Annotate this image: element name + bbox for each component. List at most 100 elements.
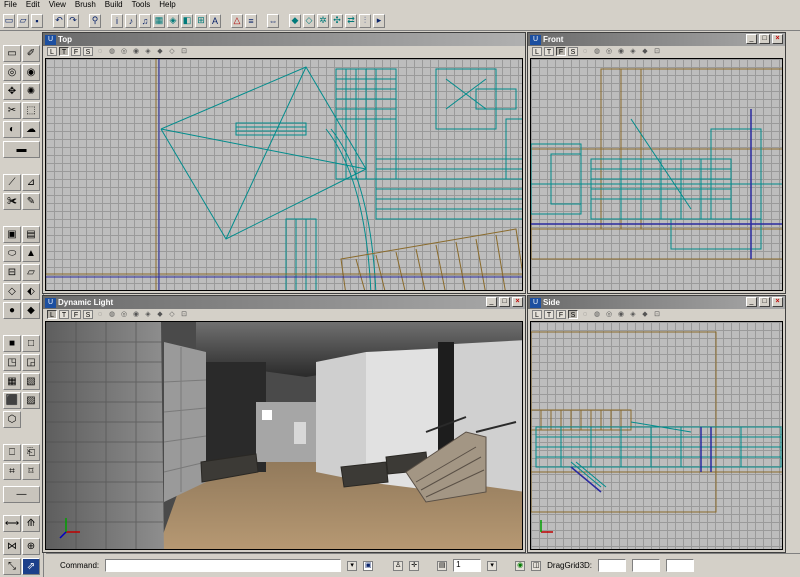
lock-icon[interactable]: ♙ xyxy=(393,560,404,571)
play-level-icon[interactable]: ▸ xyxy=(373,13,385,28)
undo-icon[interactable]: ↶ xyxy=(53,13,65,28)
add-volume-icon[interactable]: ⬛ xyxy=(3,392,21,409)
close-button[interactable]: × xyxy=(512,297,523,307)
mirror-y-icon[interactable]: ⟰ xyxy=(22,515,40,532)
open-icon[interactable]: ▱ xyxy=(17,13,29,28)
camera-icon[interactable]: ⊡ xyxy=(179,310,189,319)
textured-icon[interactable]: ◈ xyxy=(143,310,153,319)
mesh-browser-icon[interactable]: ◈ xyxy=(167,13,179,28)
polygon-icon[interactable]: ⬚ xyxy=(22,102,40,119)
view-side-button[interactable]: S xyxy=(568,310,578,319)
save-icon[interactable]: ▪ xyxy=(31,13,43,28)
bsp-cuts-icon[interactable]: ◉ xyxy=(131,47,141,56)
crosshair-icon[interactable]: ✛ xyxy=(409,560,420,571)
textured-icon[interactable]: ◈ xyxy=(628,47,638,56)
minimize-button[interactable]: _ xyxy=(486,297,497,307)
paste-brush-icon[interactable]: ⊕ xyxy=(22,538,40,555)
maximize-button[interactable]: □ xyxy=(759,34,770,44)
sound-browser-icon[interactable]: ♪ xyxy=(125,13,137,28)
view-top-button[interactable]: T xyxy=(59,310,69,319)
dynamic-light-icon[interactable]: ◆ xyxy=(155,310,165,319)
rebuild-geometry-icon[interactable]: ◆ xyxy=(289,13,301,28)
mirror-z-icon[interactable]: ⋈ xyxy=(3,538,21,555)
bsp-cuts-icon[interactable]: ◉ xyxy=(616,47,626,56)
unreal-script-icon[interactable]: △ xyxy=(231,13,243,28)
tetra-builder-icon[interactable]: ◆ xyxy=(22,302,40,319)
stairs-builder-icon[interactable]: ⊟ xyxy=(3,264,21,281)
show-selected-icon[interactable]: ⎕ xyxy=(3,444,21,461)
side-wireframe-canvas[interactable] xyxy=(530,321,783,550)
add-special-icon[interactable]: ▧ xyxy=(22,373,40,390)
camera-mode-icon[interactable]: ▭ xyxy=(3,45,21,62)
maximize-button[interactable]: □ xyxy=(499,297,510,307)
texture-usage-icon[interactable]: ◎ xyxy=(604,310,614,319)
cylinder-builder-icon[interactable]: ⬭ xyxy=(3,245,21,262)
terrain-builder-icon[interactable]: ◇ xyxy=(3,283,21,300)
volumetric-builder-icon[interactable]: ⬖ xyxy=(22,283,40,300)
cut-tool-icon[interactable]: ✀ xyxy=(3,193,21,210)
textured-icon[interactable]: ◈ xyxy=(628,310,638,319)
move-icon[interactable]: ✥ xyxy=(3,83,21,100)
show-all-icon[interactable]: ⎗ xyxy=(22,444,40,461)
perspective-render-canvas[interactable] xyxy=(45,321,523,550)
view-front-button[interactable]: F xyxy=(556,47,566,56)
viewport-layout-icon[interactable]: ⇔ xyxy=(267,13,279,28)
grid-size-select[interactable]: 1 xyxy=(453,559,482,572)
mirror-x-icon[interactable]: ⟷ xyxy=(3,515,21,532)
viewport-dynamic-light[interactable]: U Dynamic Light _ □ × L T F S ◌ ◍ ◎ ◉ ◈ … xyxy=(42,295,526,553)
vertex-snap-icon[interactable]: ◫ xyxy=(531,560,542,571)
paint-icon[interactable]: ✎ xyxy=(22,193,40,210)
rebuild-all-icon[interactable]: ⇄ xyxy=(345,13,357,28)
font-browser-icon[interactable]: A xyxy=(209,13,221,28)
camera-speed-icon[interactable]: ⇗ xyxy=(22,558,40,575)
rebuild-paths-icon[interactable]: ✣ xyxy=(331,13,343,28)
front-wireframe-canvas[interactable] xyxy=(530,58,783,291)
dynamic-light-icon[interactable]: ◆ xyxy=(155,47,165,56)
realtime-preview-icon[interactable]: ◉ xyxy=(515,560,526,571)
rebuild-bsp-icon[interactable]: ◇ xyxy=(303,13,315,28)
close-button[interactable]: × xyxy=(772,297,783,307)
dynamic-light-icon[interactable]: ◆ xyxy=(640,310,650,319)
cone-builder-icon[interactable]: ▲ xyxy=(22,245,40,262)
lighting-only-icon[interactable]: ◇ xyxy=(167,47,177,56)
brush-clip-icon[interactable]: ✂ xyxy=(3,102,21,119)
menu-build[interactable]: Build xyxy=(105,0,123,10)
zone-icon[interactable]: ◍ xyxy=(107,47,117,56)
wireframe-icon[interactable]: ◌ xyxy=(580,47,590,56)
select-invert-icon[interactable]: ⌗ xyxy=(3,463,21,480)
camera-icon[interactable]: ⊡ xyxy=(179,47,189,56)
drag-grid-z[interactable] xyxy=(666,559,695,572)
view-top-button[interactable]: T xyxy=(59,47,69,56)
rotate-icon[interactable]: ◎ xyxy=(3,64,21,81)
view-perspective-button[interactable]: L xyxy=(532,47,542,56)
wireframe-icon[interactable]: ◌ xyxy=(95,310,105,319)
angle-tool-icon[interactable]: ⊿ xyxy=(22,174,40,191)
line-tool-icon[interactable]: ⟋ xyxy=(3,174,21,191)
scale-icon[interactable]: ◉ xyxy=(22,64,40,81)
texture-pan-icon[interactable]: ☁ xyxy=(22,121,40,138)
grid-toggle-icon[interactable]: ▤ xyxy=(437,560,448,571)
drag-grid-x[interactable] xyxy=(598,559,627,572)
actor-browser-icon[interactable]: i xyxy=(111,13,123,28)
build-options-icon[interactable]: ⫶ xyxy=(359,13,371,28)
view-perspective-button[interactable]: L xyxy=(532,310,542,319)
command-dropdown-icon[interactable]: ▾ xyxy=(347,560,358,571)
view-side-button[interactable]: S xyxy=(83,47,93,56)
viewport-side[interactable]: U Side _ □ × L T F S ◌ ◍ ◎ ◉ ◈ ◆ ⊡ xyxy=(527,295,786,553)
menu-tools[interactable]: Tools xyxy=(132,0,151,10)
subtract-brush-icon[interactable]: □ xyxy=(22,335,40,352)
terrain-icon[interactable]: ✺ xyxy=(22,83,40,100)
spiral-builder-icon[interactable]: ▱ xyxy=(22,264,40,281)
dynamic-light-icon[interactable]: ◆ xyxy=(640,47,650,56)
close-button[interactable]: × xyxy=(772,34,783,44)
sheet-builder-icon[interactable]: ▤ xyxy=(22,226,40,243)
maximize-button[interactable]: □ xyxy=(759,297,770,307)
add-mover-icon[interactable]: ▦ xyxy=(3,373,21,390)
bsp-cuts-icon[interactable]: ◉ xyxy=(131,310,141,319)
menu-brush[interactable]: Brush xyxy=(75,0,96,10)
view-side-button[interactable]: S xyxy=(83,310,93,319)
grid-dropdown-icon[interactable]: ▾ xyxy=(487,560,498,571)
zone-icon[interactable]: ◍ xyxy=(592,47,602,56)
music-browser-icon[interactable]: ♫ xyxy=(139,13,151,28)
snap-icon[interactable]: ⌑ xyxy=(22,463,40,480)
